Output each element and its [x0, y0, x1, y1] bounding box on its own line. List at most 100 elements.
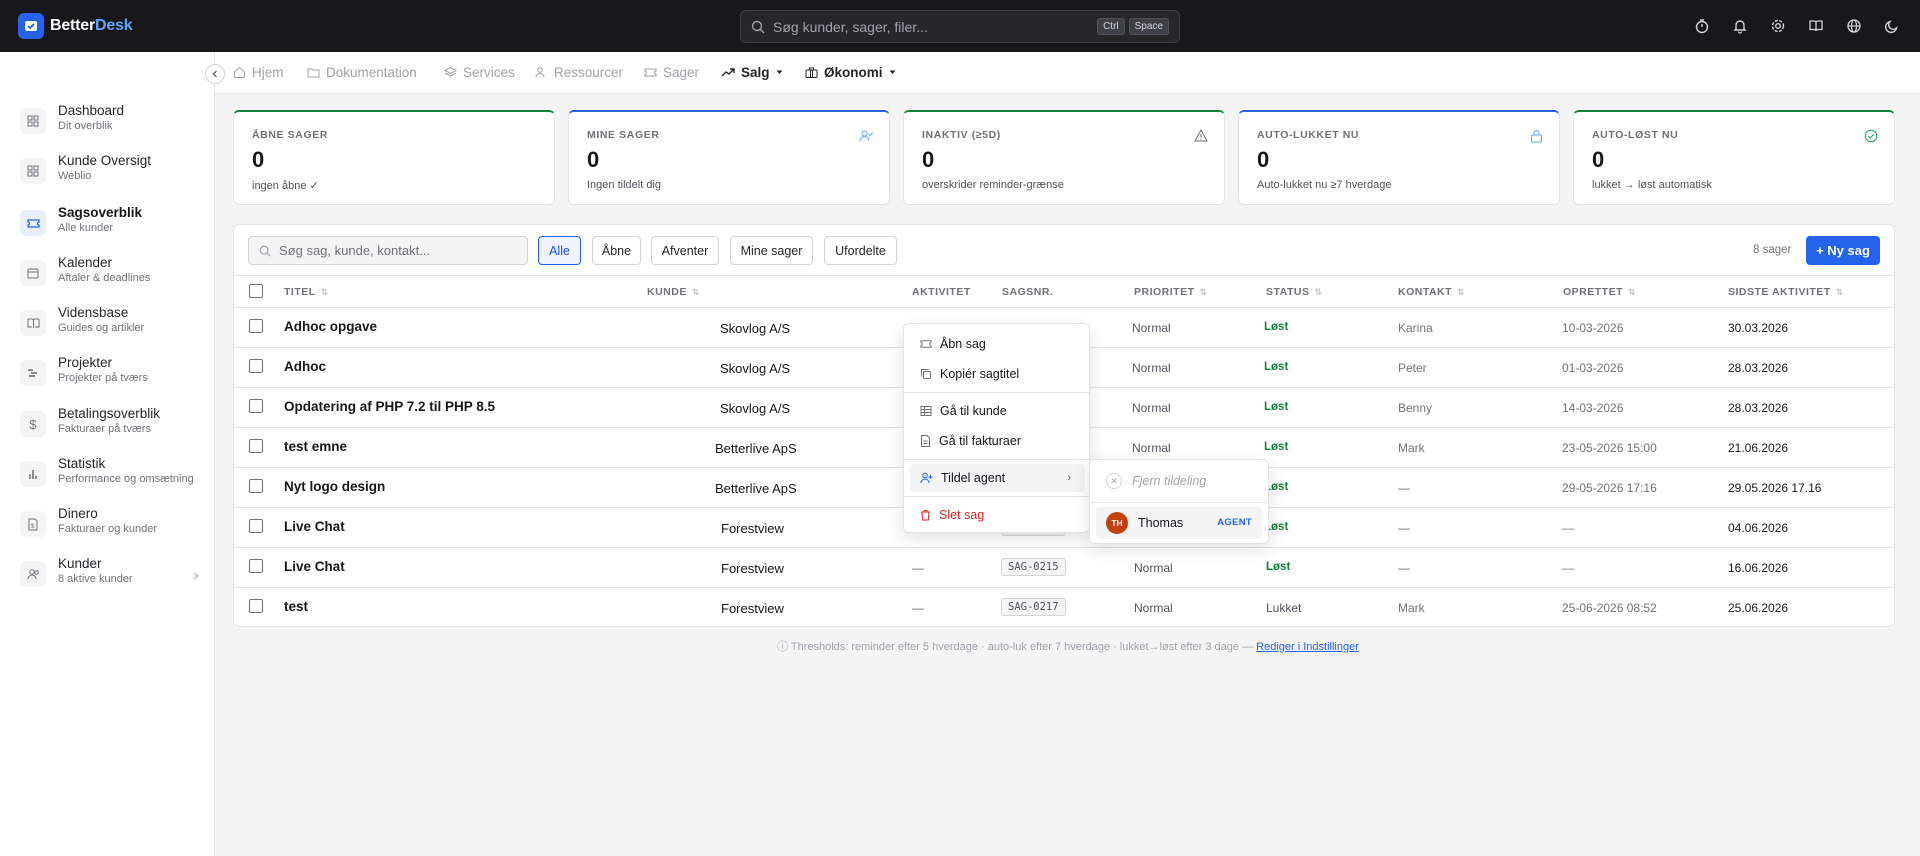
book-icon[interactable]	[1806, 16, 1826, 36]
sidebar-item-betalingsoverblik[interactable]: $ Betalingsoverblik Fakturaer på tværs	[20, 405, 200, 449]
app-logo[interactable]: BetterDesk	[18, 13, 133, 39]
cell-oprettet: 23-05-2026 15:00	[1562, 441, 1657, 455]
row-checkbox[interactable]	[249, 599, 263, 613]
sidebar-item-dinero[interactable]: $ Dinero Fakturaer og kunder	[20, 505, 200, 549]
sidebar-item-statistik[interactable]: Statistik Performance og omsætning	[20, 455, 200, 499]
select-all-checkbox[interactable]	[249, 284, 263, 298]
globe-icon[interactable]	[1844, 16, 1864, 36]
sidebar-item-kalender[interactable]: Kalender Aftaler & deadlines	[20, 254, 200, 298]
menu-separator	[904, 459, 1089, 460]
card-sub: ingen åbne ✓	[252, 180, 319, 192]
menu-open-case[interactable]: Åbn sag	[910, 330, 1085, 358]
sidebar-item-sagsoverblik[interactable]: Sagsoverblik Alle kunder	[20, 204, 200, 248]
bell-icon[interactable]	[1730, 16, 1750, 36]
cell-kontakt: —	[1398, 521, 1410, 535]
sidebar-item-kunder[interactable]: Kunder 8 aktive kunder	[20, 555, 200, 599]
dollar-icon: $	[20, 411, 46, 437]
col-prioritet[interactable]: PRIORITET ⇅	[1134, 286, 1208, 298]
col-kontakt[interactable]: KONTAKT ⇅	[1398, 286, 1465, 298]
briefcase-icon	[805, 67, 818, 78]
stat-card-inaktiv[interactable]: INAKTIV (≥5D) 0 overskrider reminder-græ…	[903, 110, 1225, 205]
cell-kunde: Skovlog A/S	[720, 361, 791, 376]
sidebar-item-title: Sagsoverblik	[58, 205, 143, 220]
card-value: 0	[1257, 147, 1270, 172]
stat-card-auto-lukket[interactable]: AUTO-LUKKET NU 0 Auto-lukket nu ≥7 hverd…	[1238, 110, 1560, 205]
cell-kontakt: Karina	[1398, 321, 1433, 335]
new-case-button[interactable]: + Ny sag	[1806, 236, 1880, 265]
row-checkbox[interactable]	[249, 319, 263, 333]
filter-ufordelte[interactable]: Ufordelte	[824, 236, 897, 265]
global-search-input[interactable]: Søg kunder, sager, filer... Ctrl Space	[740, 10, 1180, 43]
col-status[interactable]: STATUS ⇅	[1266, 286, 1323, 298]
menu-assign-agent[interactable]: Tildel agent ›	[910, 464, 1085, 492]
case-search-input[interactable]: Søg sag, kunde, kontakt...	[248, 236, 528, 265]
submenu-remove-assignment[interactable]: ✕ Fjern tildeling	[1096, 465, 1262, 497]
nav-services[interactable]: Services	[444, 65, 515, 80]
menu-copy-title[interactable]: Kopiér sagtitel	[910, 360, 1085, 388]
moon-icon[interactable]	[1882, 16, 1902, 36]
nav-hjem[interactable]: Hjem	[233, 65, 284, 80]
table-row[interactable]: test Forestview — SAG-0217 Normal Lukket…	[234, 588, 1894, 628]
stat-card-mine-sager[interactable]: MINE SAGER 0 Ingen tildelt dig	[568, 110, 890, 205]
nav-salg[interactable]: Salg	[721, 65, 783, 80]
gear-icon[interactable]	[1768, 16, 1788, 36]
cell-aktivitet: —	[912, 561, 924, 575]
sidebar-item-projekter[interactable]: Projekter Projekter på tværs	[20, 354, 200, 398]
cell-sidste: 28.03.2026	[1728, 401, 1789, 415]
submenu-label: Fjern tildeling	[1132, 474, 1207, 488]
edit-settings-link[interactable]: Rediger i Indstillinger	[1256, 641, 1359, 653]
sidebar-item-sub: Weblio	[58, 170, 92, 182]
row-checkbox[interactable]	[249, 559, 263, 573]
check-circle-icon	[1864, 129, 1878, 148]
nav-okonomi[interactable]: Økonomi	[805, 65, 896, 80]
ticket-icon	[920, 340, 932, 348]
cell-sidste: 30.03.2026	[1728, 321, 1789, 335]
row-checkbox[interactable]	[249, 479, 263, 493]
cell-oprettet: 14-03-2026	[1562, 401, 1624, 415]
cell-title: Adhoc opgave	[284, 319, 378, 334]
row-checkbox[interactable]	[249, 519, 263, 533]
cell-prioritet: Normal	[1134, 601, 1173, 615]
warning-icon	[1194, 128, 1208, 147]
cell-status: Lukket	[1266, 601, 1302, 615]
timer-icon[interactable]	[1692, 16, 1712, 36]
col-sidste-aktivitet[interactable]: SIDSTE AKTIVITET ⇅	[1728, 286, 1844, 298]
cell-sidste: 04.06.2026	[1728, 521, 1789, 535]
filter-abne[interactable]: Åbne	[592, 236, 641, 265]
sidebar-item-sub: Guides og artikler	[58, 322, 145, 334]
col-kunde[interactable]: KUNDE ⇅	[647, 286, 700, 298]
sidebar-item-dashboard[interactable]: Dashboard Dit overblik	[20, 102, 200, 146]
sort-icon: ⇅	[320, 286, 329, 297]
sidebar-item-vidensbase[interactable]: Vidensbase Guides og artikler	[20, 304, 200, 348]
filter-mine-sager[interactable]: Mine sager	[730, 236, 813, 265]
submenu-agent-thomas[interactable]: TH Thomas AGENT	[1096, 507, 1262, 539]
nav-label: Ressourcer	[554, 65, 624, 80]
card-label: INAKTIV (≥5D)	[922, 129, 1001, 141]
table-row[interactable]: Live Chat Forestview — SAG-0215 Normal L…	[234, 548, 1894, 588]
sidebar-collapse-button[interactable]	[205, 64, 225, 84]
filter-alle[interactable]: Alle	[538, 236, 581, 265]
col-oprettet[interactable]: OPRETTET ⇅	[1563, 286, 1636, 298]
cell-aktivitet: —	[912, 601, 924, 615]
sidebar-item-kunde-oversigt[interactable]: Kunde Oversigt Weblio	[20, 152, 200, 196]
stat-card-auto-lost[interactable]: AUTO-LØST NU 0 lukket → løst automatisk	[1573, 110, 1895, 205]
row-checkbox[interactable]	[249, 399, 263, 413]
stat-card-abne-sager[interactable]: ÅBNE SAGER 0 ingen åbne ✓	[233, 110, 555, 205]
menu-delete-case[interactable]: Slet sag	[910, 501, 1085, 529]
file-icon	[921, 435, 930, 447]
filter-afventer[interactable]: Afventer	[651, 236, 719, 265]
row-checkbox[interactable]	[249, 359, 263, 373]
nav-ressourcer[interactable]: Ressourcer	[535, 65, 623, 80]
top-bar: BetterDesk Søg kunder, sager, filer... C…	[0, 0, 1920, 52]
lock-icon	[1530, 129, 1543, 148]
kbd-ctrl: Ctrl	[1097, 18, 1125, 35]
nav-sager[interactable]: Sager	[644, 65, 699, 80]
menu-goto-invoices[interactable]: Gå til fakturaer	[910, 427, 1085, 455]
menu-goto-customer[interactable]: Gå til kunde	[910, 397, 1085, 425]
row-checkbox[interactable]	[249, 439, 263, 453]
nav-dokumentation[interactable]: Dokumentation	[307, 65, 417, 80]
table-header: TITEL ⇅ KUNDE ⇅ AKTIVITET SAGSNR. PRIORITE…	[234, 275, 1894, 308]
sidebar-item-title: Dashboard	[58, 103, 125, 118]
col-titel[interactable]: TITEL ⇅	[284, 286, 329, 298]
trending-up-icon	[721, 68, 735, 77]
